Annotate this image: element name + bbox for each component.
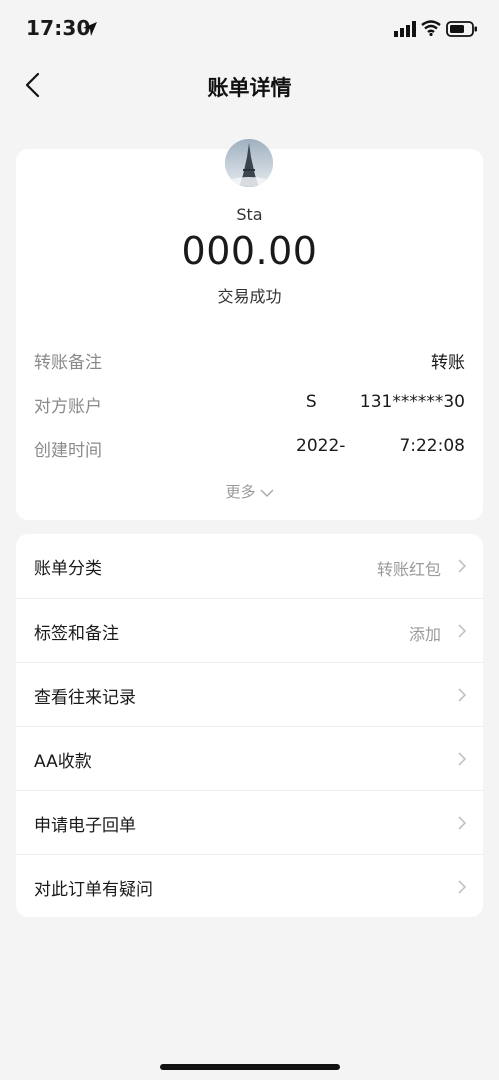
avatar (225, 139, 273, 187)
bill-summary-card: Sta 000.00 交易成功 转账备注 转账 对方账户 S 131******… (16, 139, 483, 520)
menu-item-label: 申请电子回单 (34, 816, 136, 836)
home-indicator[interactable] (160, 1064, 340, 1070)
detail-row-remark: 转账备注 转账 (34, 346, 465, 374)
detail-label: 转账备注 (34, 353, 102, 373)
chevron-down-icon (259, 488, 274, 497)
wifi-icon (421, 20, 441, 36)
more-label: 更多 (225, 483, 256, 501)
menu-item-tags-notes[interactable]: 标签和备注 添加 (16, 598, 483, 662)
nav-bar: 账单详情 (0, 60, 499, 110)
chevron-right-icon (458, 816, 467, 830)
menu-item-label: 对此订单有疑问 (34, 880, 153, 900)
battery-icon (446, 21, 477, 37)
menu-item-value: 转账红包 (376, 560, 441, 579)
transaction-status: 交易成功 (217, 287, 282, 306)
payee-name: Sta (236, 205, 263, 224)
eiffel-tower-icon (225, 139, 273, 187)
menu-item-transaction-history[interactable]: 查看往来记录 (16, 662, 483, 726)
chevron-right-icon (458, 624, 467, 638)
menu-item-order-question[interactable]: 对此订单有疑问 (16, 854, 483, 918)
status-bar: 17:30 (0, 0, 499, 60)
menu-item-value: 添加 (408, 625, 441, 644)
detail-row-created-time: 创建时间 2022- 7:22:08 (34, 434, 465, 462)
status-time: 17:30 (26, 16, 91, 40)
menu-item-label: AA收款 (34, 752, 92, 772)
menu-item-aa-collection[interactable]: AA收款 (16, 726, 483, 790)
detail-label: 对方账户 (34, 397, 102, 417)
chevron-right-icon (458, 559, 467, 573)
chevron-right-icon (458, 688, 467, 702)
menu-item-label: 账单分类 (34, 559, 102, 579)
menu-item-e-receipt[interactable]: 申请电子回单 (16, 790, 483, 854)
detail-row-account: 对方账户 S 131******30 (34, 390, 465, 418)
page-title: 账单详情 (207, 76, 292, 100)
chevron-right-icon (458, 752, 467, 766)
chevron-right-icon (458, 880, 467, 894)
transaction-amount: 000.00 (181, 229, 318, 273)
cellular-signal-icon (394, 21, 416, 37)
detail-label: 创建时间 (34, 441, 102, 461)
more-button[interactable]: 更多 (16, 481, 483, 502)
location-arrow-icon (83, 22, 97, 36)
menu-item-label: 查看往来记录 (34, 688, 136, 708)
detail-value: 转账 (431, 353, 465, 373)
menu-item-bill-category[interactable]: 账单分类 转账红包 (16, 534, 483, 597)
bill-actions-card: 账单分类 转账红包 标签和备注 添加 查看往来记录 AA收款 申请电子回单 对此… (16, 534, 483, 917)
detail-value: S 131******30 (305, 392, 465, 412)
menu-item-label: 标签和备注 (34, 624, 119, 644)
detail-value: 2022- 7:22:08 (296, 436, 465, 456)
